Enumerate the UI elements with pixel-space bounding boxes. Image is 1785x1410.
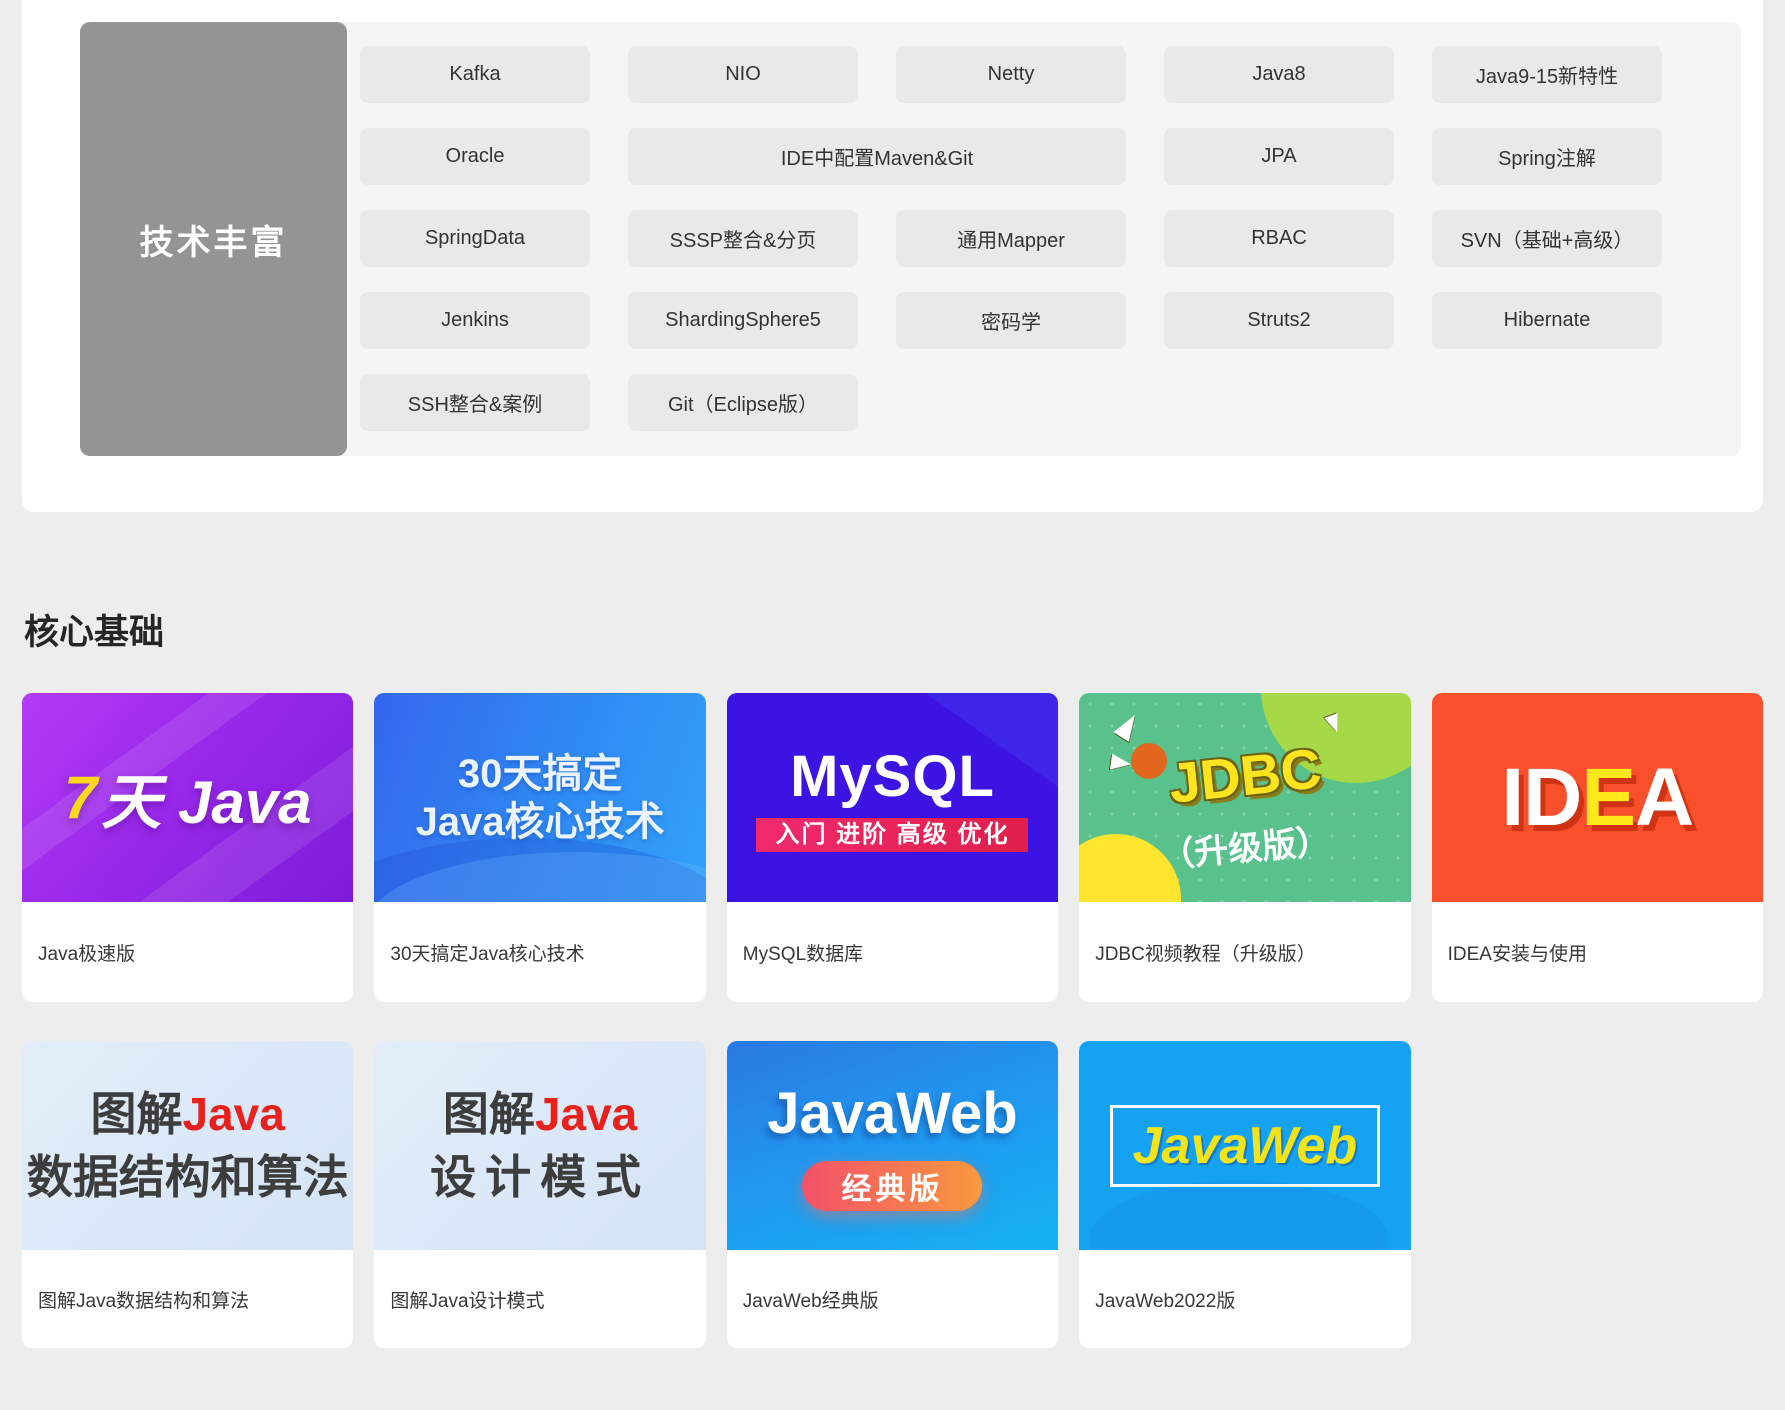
thumbnail-title: IDEA [1432, 693, 1763, 902]
tech-tag-jenkins[interactable]: Jenkins [360, 292, 590, 349]
tech-tag-oracle[interactable]: Oracle [360, 128, 590, 185]
tech-tag-git-eclipse[interactable]: Git（Eclipse版） [628, 374, 858, 431]
thumbnail-banner: 入门 进阶 高级 优化 [756, 818, 1028, 852]
tech-tag-hibernate[interactable]: Hibernate [1432, 292, 1662, 349]
tech-tag-kafka[interactable]: Kafka [360, 46, 590, 103]
tech-tags-grid: Kafka NIO Netty Java8 Java9-15新特性 Oracle… [360, 46, 1662, 431]
tech-tag-nio[interactable]: NIO [628, 46, 858, 103]
thumbnail-title: 图解Java 数据结构和算法 [22, 1041, 353, 1250]
course-card-jdbc[interactable]: JDBC （升级版） JDBC视频教程（升级版） [1079, 693, 1410, 1002]
thumbnail-title: MySQL 入门 进阶 高级 优化 [727, 693, 1058, 902]
course-title: JavaWeb经典版 [727, 1250, 1058, 1348]
classic-badge: 经典版 [802, 1161, 982, 1211]
tech-tag-jpa[interactable]: JPA [1164, 128, 1394, 185]
tech-tag-svn[interactable]: SVN（基础+高级） [1432, 210, 1662, 267]
course-thumbnail: JavaWeb [1079, 1041, 1410, 1250]
course-card-mysql[interactable]: MySQL 入门 进阶 高级 优化 MySQL数据库 [727, 693, 1058, 1002]
course-title: 图解Java设计模式 [374, 1250, 705, 1348]
course-thumbnail: 30天搞定 Java核心技术 [374, 693, 705, 902]
course-title: 图解Java数据结构和算法 [22, 1250, 353, 1348]
decor-sparkle-icon [1110, 754, 1132, 773]
course-title: Java极速版 [22, 902, 353, 1002]
thumbnail-title: 30天搞定 Java核心技术 [374, 693, 705, 902]
tech-tag-java8[interactable]: Java8 [1164, 46, 1394, 103]
course-card-tujie-datastructure[interactable]: 图解Java 数据结构和算法 图解Java数据结构和算法 [22, 1041, 353, 1348]
course-card-javaweb-2022[interactable]: JavaWeb JavaWeb2022版 [1079, 1041, 1410, 1348]
tech-tag-spring-annotation[interactable]: Spring注解 [1432, 128, 1662, 185]
course-thumbnail: IDEA [1432, 693, 1763, 902]
decor-sparkle-icon [1324, 713, 1343, 735]
tech-tag-struts2[interactable]: Struts2 [1164, 292, 1394, 349]
thumbnail-title: 7天 Java [22, 693, 353, 902]
decor-sparkle-icon [1114, 710, 1143, 742]
tech-tag-cryptography[interactable]: 密码学 [896, 292, 1126, 349]
course-card-javaweb-classic[interactable]: JavaWeb 经典版 JavaWeb经典版 [727, 1041, 1058, 1348]
tech-tags-container: 技术丰富 Kafka NIO Netty Java8 Java9-15新特性 O… [80, 22, 1741, 456]
thumbnail-title: JavaWeb [1079, 1041, 1410, 1250]
tech-tag-shardingsphere5[interactable]: ShardingSphere5 [628, 292, 858, 349]
course-thumbnail: JDBC （升级版） [1079, 693, 1410, 902]
tech-tag-rbac[interactable]: RBAC [1164, 210, 1394, 267]
course-thumbnail: 图解Java 数据结构和算法 [22, 1041, 353, 1250]
thumbnail-title: JDBC [1166, 735, 1324, 816]
course-grid-row2: 图解Java 数据结构和算法 图解Java数据结构和算法 图解Java 设计模式… [22, 1041, 1763, 1348]
thumbnail-title: 图解Java 设计模式 [374, 1041, 705, 1250]
course-card-idea[interactable]: IDEA IDEA安装与使用 [1432, 693, 1763, 1002]
thumbnail-subtitle: （升级版） [1158, 814, 1332, 878]
course-card-java-express[interactable]: 7天 Java Java极速版 [22, 693, 353, 1002]
course-title: JavaWeb2022版 [1079, 1250, 1410, 1348]
section-heading-core-basics: 核心基础 [24, 604, 164, 655]
course-thumbnail: JavaWeb 经典版 [727, 1041, 1058, 1250]
course-title: JDBC视频教程（升级版） [1079, 902, 1410, 1002]
tech-tag-springdata[interactable]: SpringData [360, 210, 590, 267]
tech-section-label: 技术丰富 [80, 22, 347, 456]
tech-tag-netty[interactable]: Netty [896, 46, 1126, 103]
course-card-tujie-designpattern[interactable]: 图解Java 设计模式 图解Java设计模式 [374, 1041, 705, 1348]
tech-tag-java9-15[interactable]: Java9-15新特性 [1432, 46, 1662, 103]
tech-panel: 技术丰富 Kafka NIO Netty Java8 Java9-15新特性 O… [22, 0, 1763, 512]
course-thumbnail: MySQL 入门 进阶 高级 优化 [727, 693, 1058, 902]
tech-tag-ide-maven-git[interactable]: IDE中配置Maven&Git [628, 128, 1126, 185]
course-catalog-page: 技术丰富 Kafka NIO Netty Java8 Java9-15新特性 O… [0, 0, 1785, 1410]
tech-tag-sssp[interactable]: SSSP整合&分页 [628, 210, 858, 267]
thumbnail-title: JavaWeb 经典版 [727, 1041, 1058, 1250]
course-grid-row1: 7天 Java Java极速版 30天搞定 Java核心技术 30天搞定Java… [22, 693, 1763, 1002]
tech-tag-mapper[interactable]: 通用Mapper [896, 210, 1126, 267]
course-thumbnail: 图解Java 设计模式 [374, 1041, 705, 1250]
course-title: 30天搞定Java核心技术 [374, 902, 705, 1002]
course-thumbnail: 7天 Java [22, 693, 353, 902]
course-title: MySQL数据库 [727, 902, 1058, 1002]
course-title: IDEA安装与使用 [1432, 902, 1763, 1002]
decor-orange-dot [1131, 743, 1167, 779]
tech-tag-ssh[interactable]: SSH整合&案例 [360, 374, 590, 431]
course-card-java-30days[interactable]: 30天搞定 Java核心技术 30天搞定Java核心技术 [374, 693, 705, 1002]
